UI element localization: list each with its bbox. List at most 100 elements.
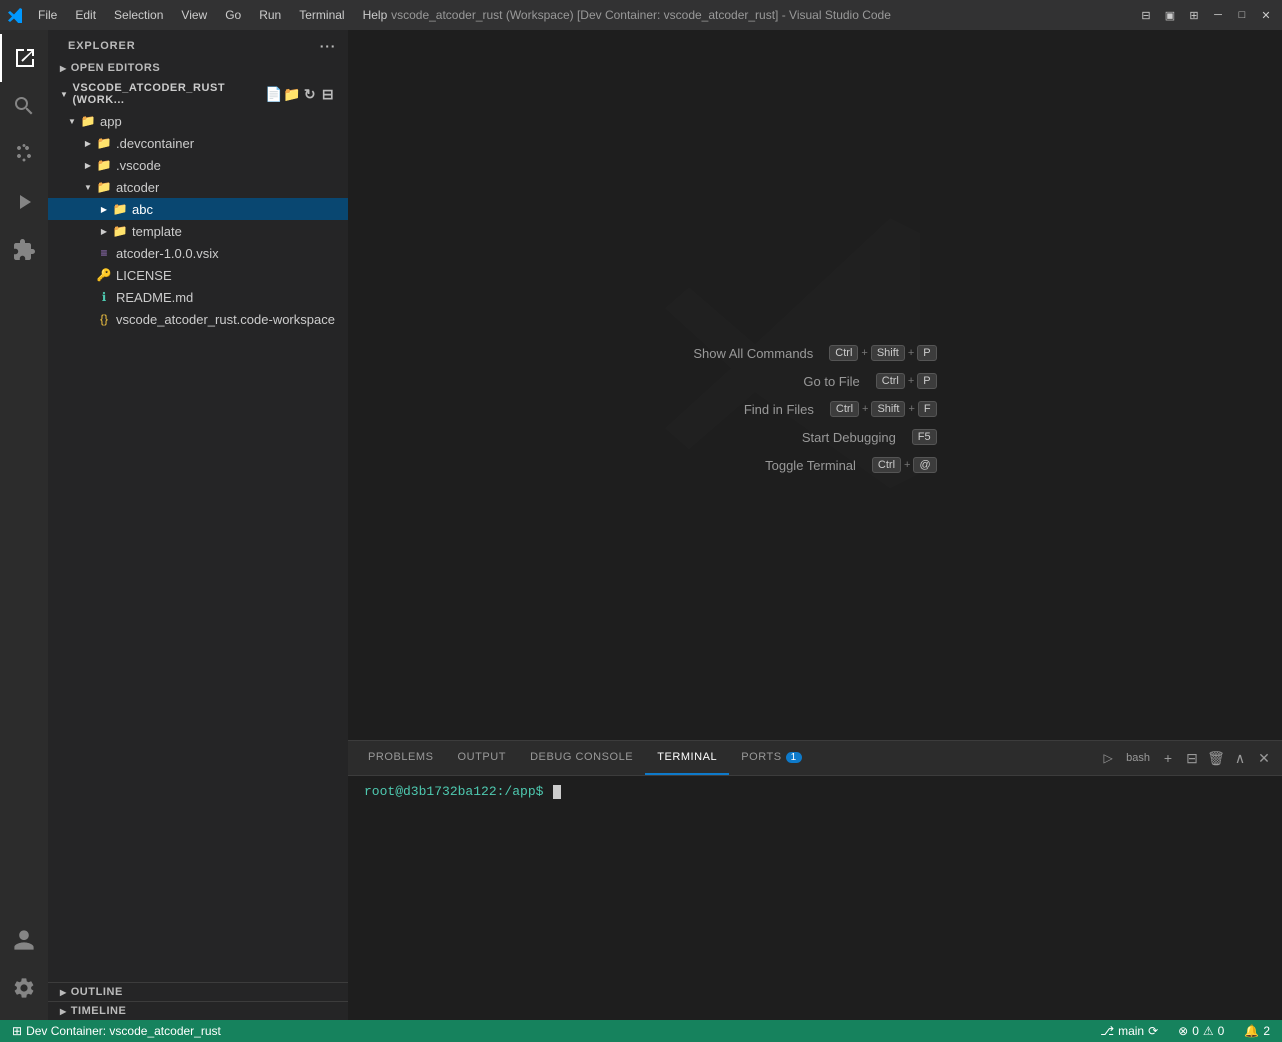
sidebar-header: Explorer ··· [48, 30, 348, 58]
editor-area: Show All Commands Ctrl + Shift + P Go to… [348, 30, 1282, 740]
terminal-run-icon[interactable]: ▷ [1098, 748, 1118, 768]
branch-item[interactable]: ⎇ main ⟳ [1096, 1020, 1162, 1042]
menu-selection[interactable]: Selection [106, 6, 171, 24]
key-f: F [918, 401, 937, 417]
sidebar-title: Explorer [68, 40, 136, 52]
start-debugging-label: Start Debugging [802, 430, 896, 445]
open-editors-header[interactable]: Open Editors [48, 58, 348, 78]
open-editors-label: Open Editors [71, 62, 161, 74]
open-editors-chevron-icon [60, 62, 67, 74]
plus-icon: + [861, 347, 867, 359]
add-terminal-button[interactable]: + [1158, 748, 1178, 768]
show-commands-label: Show All Commands [693, 346, 813, 361]
main-area: Explorer ··· Open Editors VSCODE_ATCODER… [0, 30, 1282, 1020]
workspace-label: VSCODE_ATCODER_RUST (WORK... [72, 82, 262, 106]
folder-icon: 📁 [96, 135, 112, 151]
menu-terminal[interactable]: Terminal [291, 6, 352, 24]
activity-run-debug[interactable] [0, 178, 48, 226]
tab-terminal[interactable]: TERMINAL [645, 741, 729, 775]
tab-ports[interactable]: PORTS 1 [729, 741, 814, 775]
new-folder-button[interactable]: 📁 [284, 86, 300, 102]
more-actions-button[interactable]: ··· [320, 38, 336, 54]
folder-icon: 📁 [96, 157, 112, 173]
remote-icon: ⊞ [12, 1024, 22, 1038]
layout2-icon[interactable]: ▣ [1162, 7, 1178, 23]
split-terminal-button[interactable]: ⊟ [1182, 748, 1202, 768]
menu-view[interactable]: View [173, 6, 215, 24]
new-file-button[interactable]: 📄 [266, 86, 282, 102]
plus-icon2: + [908, 347, 914, 359]
close-panel-button[interactable]: ✕ [1254, 748, 1274, 768]
extensions-count: 2 [1263, 1024, 1270, 1038]
tree-item-vsix[interactable]: ≡ atcoder-1.0.0.vsix [48, 242, 348, 264]
workspace-file-spacer [80, 311, 96, 327]
license-spacer [80, 267, 96, 283]
tree-item-license[interactable]: 🔑 LICENSE [48, 264, 348, 286]
tab-output[interactable]: OUTPUT [446, 741, 519, 775]
menu-edit[interactable]: Edit [67, 6, 104, 24]
find-in-files-label: Find in Files [744, 402, 814, 417]
tree-item-abc[interactable]: 📁 abc [48, 198, 348, 220]
menu-file[interactable]: File [30, 6, 65, 24]
timeline-chevron-icon [60, 1005, 67, 1017]
start-debugging-keys: F5 [912, 429, 937, 445]
tree-item-vscode-label: .vscode [116, 158, 161, 173]
tree-item-devcontainer-label: .devcontainer [116, 136, 194, 151]
activity-account[interactable] [0, 916, 48, 964]
delete-terminal-button[interactable]: 🗑 [1206, 748, 1226, 768]
key-ctrl4: Ctrl [872, 457, 901, 473]
tree-item-vsix-label: atcoder-1.0.0.vsix [116, 246, 219, 261]
tab-debug-console[interactable]: DEBUG CONSOLE [518, 741, 645, 775]
tree-item-atcoder[interactable]: 📁 atcoder [48, 176, 348, 198]
find-in-files-keys: Ctrl + Shift + F [830, 401, 937, 417]
tree-item-vscode[interactable]: 📁 .vscode [48, 154, 348, 176]
tree-item-readme[interactable]: ℹ README.md [48, 286, 348, 308]
maximize-panel-button[interactable]: ∧ [1230, 748, 1250, 768]
activity-search[interactable] [0, 82, 48, 130]
tree-item-template[interactable]: 📁 template [48, 220, 348, 242]
layout-icon[interactable]: ⊟ [1138, 7, 1154, 23]
close-button[interactable]: ✕ [1258, 7, 1274, 23]
activity-source-control[interactable] [0, 130, 48, 178]
timeline-section[interactable]: Timeline [48, 1001, 348, 1020]
key-f5: F5 [912, 429, 937, 445]
tab-problems[interactable]: PROBLEMS [356, 741, 446, 775]
tree-item-app-label: app [100, 114, 122, 129]
outline-section[interactable]: Outline [48, 982, 348, 1001]
menu-run[interactable]: Run [251, 6, 289, 24]
vscode-chevron-icon [80, 157, 96, 173]
refresh-button[interactable]: ↻ [302, 86, 318, 102]
welcome-area: Show All Commands Ctrl + Shift + P Go to… [348, 30, 1282, 740]
remote-container-item[interactable]: ⊞ Dev Container: vscode_atcoder_rust [8, 1020, 225, 1042]
terminal-shell-label[interactable]: bash [1122, 748, 1154, 768]
window-controls: ⊟ ▣ ⊞ ─ □ ✕ [1138, 7, 1274, 23]
error-icon: ⊗ [1178, 1024, 1188, 1038]
activity-settings[interactable] [0, 964, 48, 1012]
tree-item-atcoder-label: atcoder [116, 180, 159, 195]
errors-item[interactable]: ⊗ 0 ⚠ 0 [1174, 1020, 1228, 1042]
layout3-icon[interactable]: ⊞ [1186, 7, 1202, 23]
abc-chevron-icon [96, 201, 112, 217]
plus-icon4: + [862, 403, 868, 415]
tree-item-workspace[interactable]: {} vscode_atcoder_rust.code-workspace [48, 308, 348, 330]
maximize-button[interactable]: □ [1234, 7, 1250, 23]
activity-explorer[interactable] [0, 34, 48, 82]
sidebar-header-actions: ··· [320, 38, 336, 54]
minimize-button[interactable]: ─ [1210, 7, 1226, 23]
app-chevron-icon [64, 113, 80, 129]
window-title: vscode_atcoder_rust (Workspace) [Dev Con… [391, 8, 891, 22]
menu-help[interactable]: Help [355, 6, 396, 24]
tree-item-readme-label: README.md [116, 290, 193, 305]
titlebar: File Edit Selection View Go Run Terminal… [0, 0, 1282, 30]
file-tree: 📁 app 📁 .devcontainer 📁 .vscode [48, 110, 348, 982]
folder-icon: 📁 [112, 201, 128, 217]
activity-extensions[interactable] [0, 226, 48, 274]
tree-item-app[interactable]: 📁 app [48, 110, 348, 132]
collapse-all-button[interactable]: ⊟ [320, 86, 336, 102]
terminal-content[interactable]: root@d3b1732ba122:/app$ [348, 776, 1282, 1020]
menu-go[interactable]: Go [217, 6, 249, 24]
tree-item-devcontainer[interactable]: 📁 .devcontainer [48, 132, 348, 154]
extensions-item[interactable]: 🔔 2 [1240, 1020, 1274, 1042]
workspace-header[interactable]: VSCODE_ATCODER_RUST (WORK... 📄 📁 ↻ ⊟ [48, 78, 348, 110]
status-bar: ⊞ Dev Container: vscode_atcoder_rust ⎇ m… [0, 1020, 1282, 1042]
